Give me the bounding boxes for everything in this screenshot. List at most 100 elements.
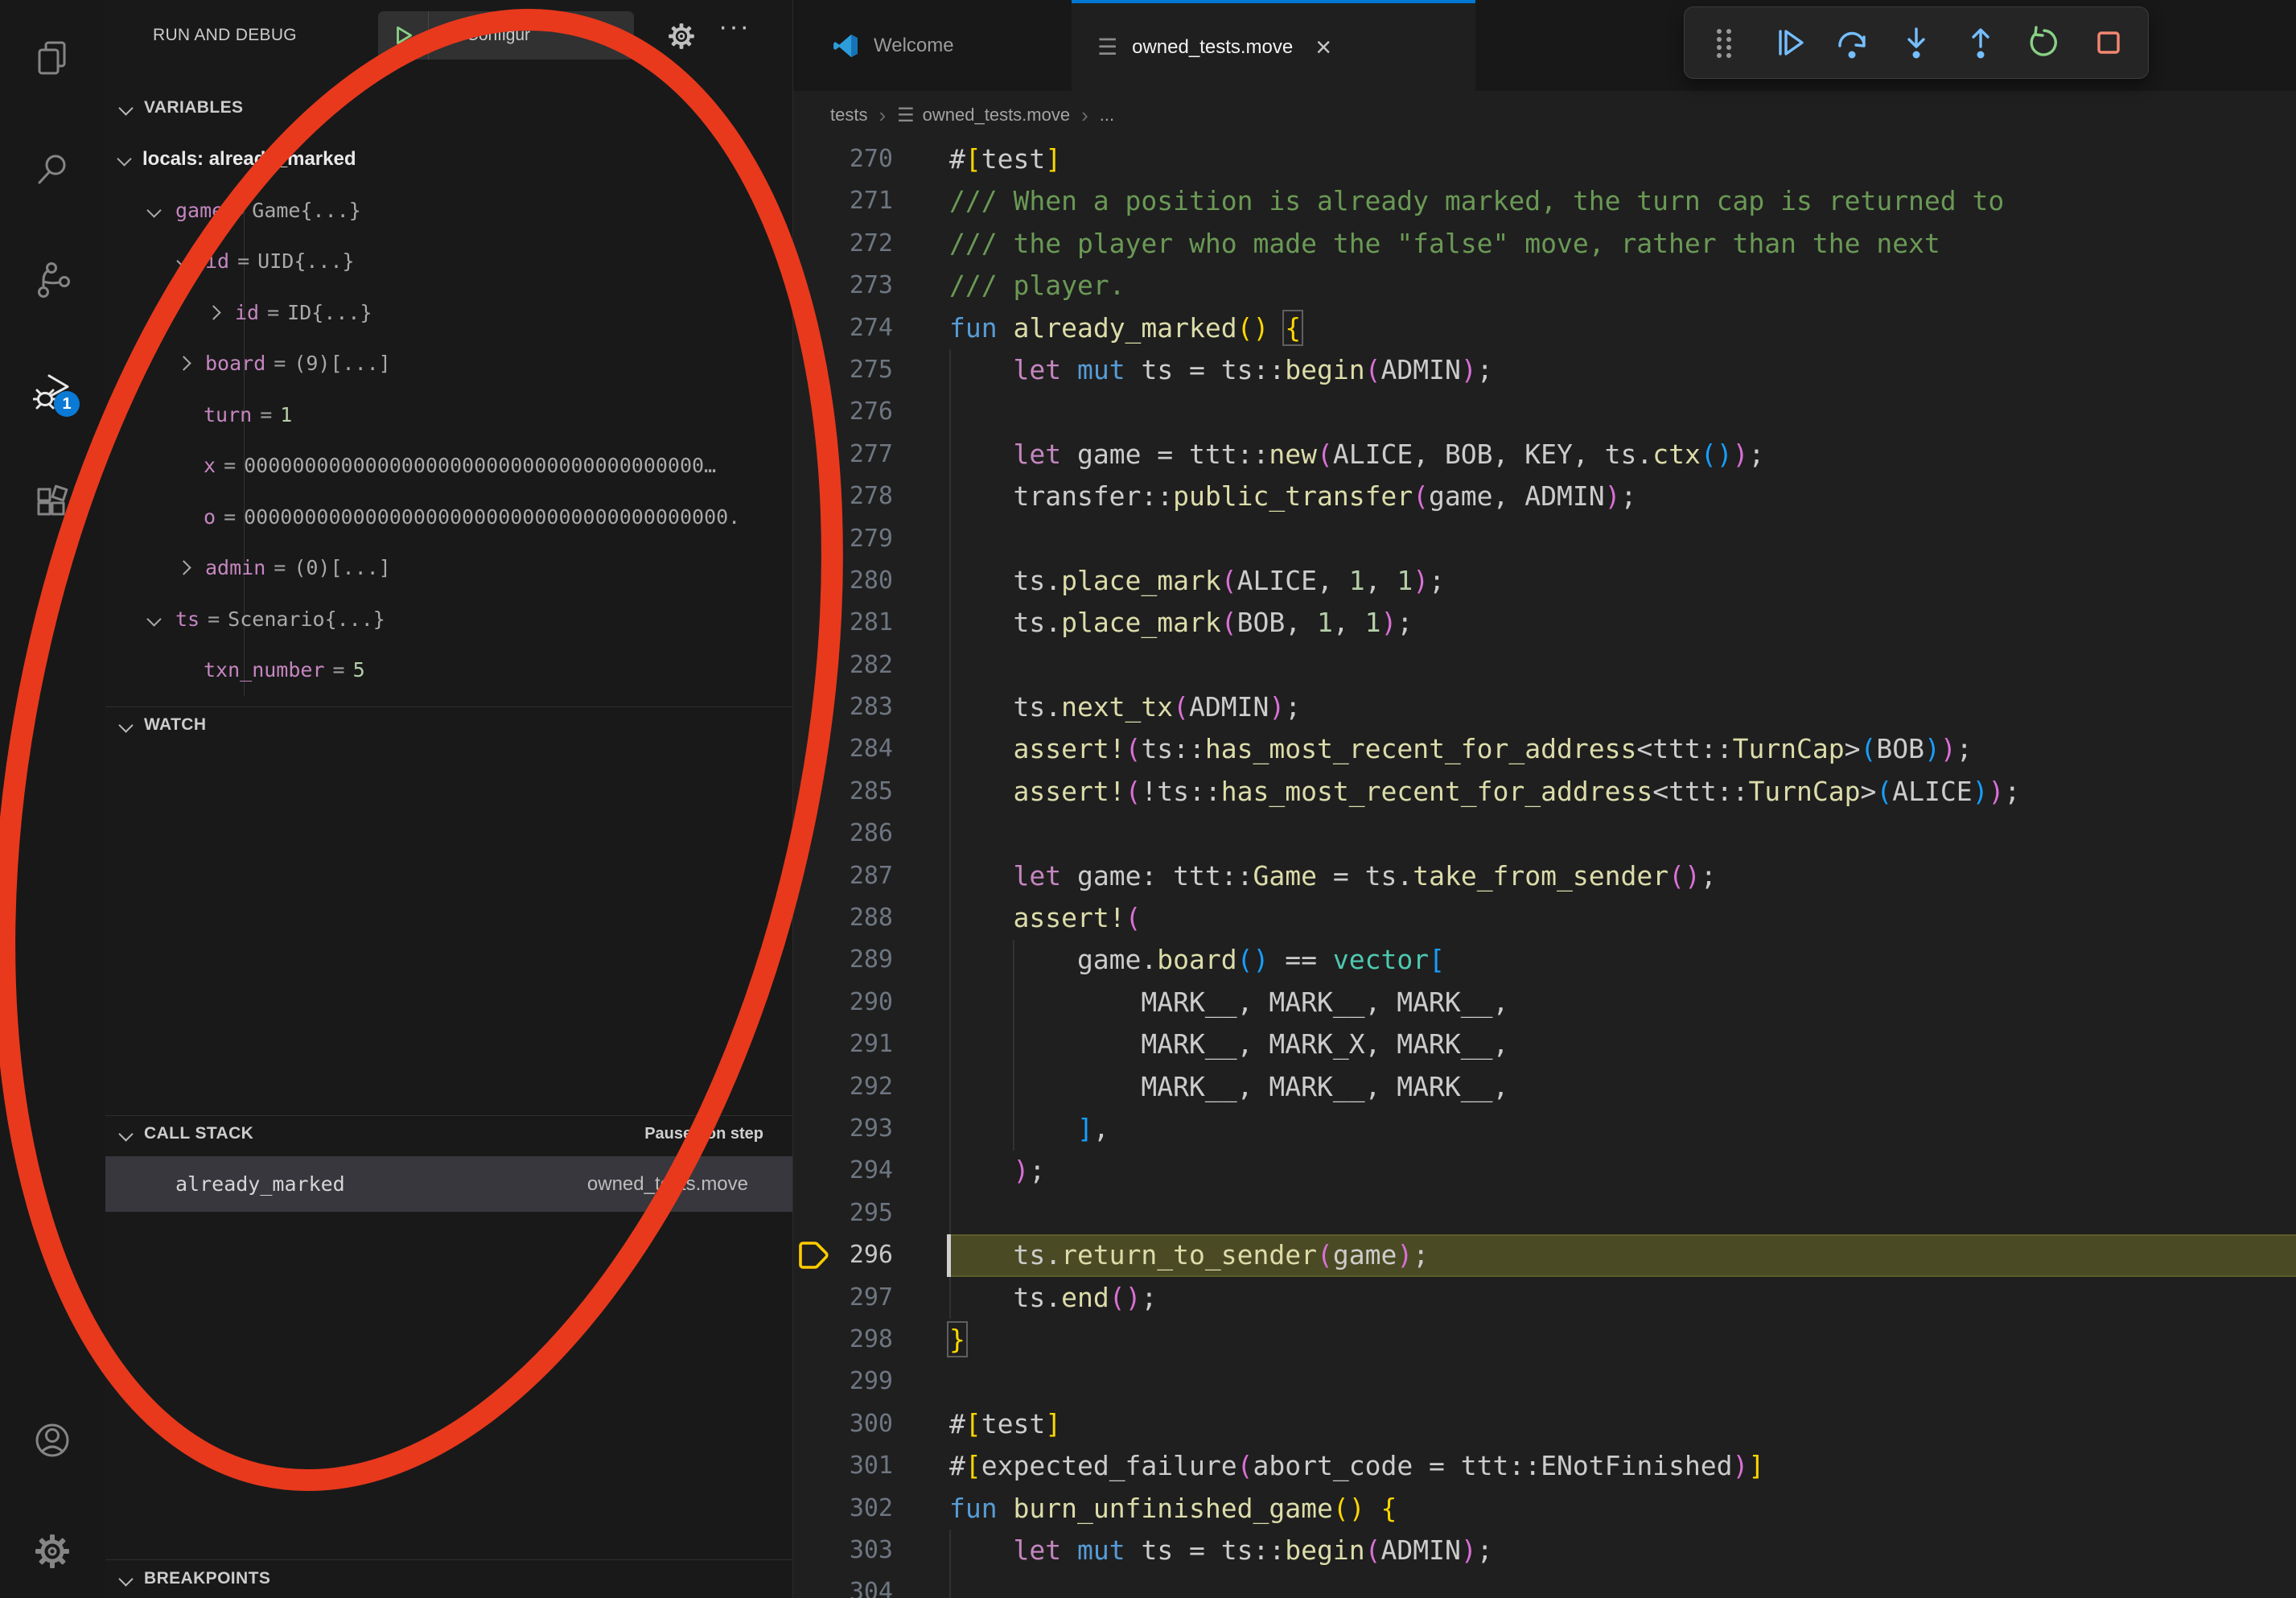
code-line[interactable]: 282: [793, 645, 2296, 686]
code-line[interactable]: 278 transfer::public_transfer(game, ADMI…: [793, 476, 2296, 517]
search-icon[interactable]: [33, 150, 72, 188]
breakpoint-gutter[interactable]: [793, 897, 840, 939]
extensions-icon[interactable]: [33, 483, 72, 521]
watch-section-header[interactable]: WATCH: [105, 707, 792, 743]
breakpoint-gutter[interactable]: [793, 771, 840, 813]
breakpoint-gutter[interactable]: [793, 1361, 840, 1402]
code-line[interactable]: 286: [793, 813, 2296, 855]
tab-owned-tests[interactable]: ☰ owned_tests.move ×: [1072, 0, 1475, 91]
breakpoint-gutter[interactable]: [793, 1445, 840, 1487]
variable-row[interactable]: turn=1: [105, 389, 792, 441]
code-line[interactable]: 300#[test]: [793, 1403, 2296, 1445]
code-line[interactable]: 272/// the player who made the "false" m…: [793, 223, 2296, 265]
start-debug-icon[interactable]: [378, 11, 429, 60]
code-line[interactable]: 288 assert!(: [793, 897, 2296, 939]
call-stack-frame[interactable]: already_marked owned_tests.move: [105, 1156, 792, 1212]
code-line[interactable]: 301#[expected_failure(abort_code = ttt::…: [793, 1445, 2296, 1487]
breakpoint-gutter[interactable]: [793, 686, 840, 728]
breakpoint-gutter[interactable]: [793, 180, 840, 222]
variable-row[interactable]: admin=(0)[...]: [105, 542, 792, 594]
breakpoint-gutter[interactable]: [793, 1192, 840, 1234]
breakpoint-gutter[interactable]: [793, 349, 840, 391]
code-line[interactable]: 293 ],: [793, 1108, 2296, 1150]
breakpoint-gutter[interactable]: [793, 307, 840, 349]
breakpoint-gutter[interactable]: [793, 223, 840, 265]
variable-row[interactable]: ts=Scenario{...}: [105, 594, 792, 645]
variable-row[interactable]: o=00000000000000000000000000000000000000…: [105, 492, 792, 543]
code-line[interactable]: 284 assert!(ts::has_most_recent_for_addr…: [793, 728, 2296, 770]
variable-row[interactable]: txn_number=5: [105, 645, 792, 696]
code-line[interactable]: 275 let mut ts = ts::begin(ADMIN);: [793, 349, 2296, 391]
code-line[interactable]: 303 let mut ts = ts::begin(ADMIN);: [793, 1530, 2296, 1571]
code-line[interactable]: 283 ts.next_tx(ADMIN);: [793, 686, 2296, 728]
code-line[interactable]: 271/// When a position is already marked…: [793, 180, 2296, 222]
debug-config-dropdown[interactable]: No Configur: [378, 11, 634, 60]
source-control-icon[interactable]: [33, 261, 72, 299]
code-line[interactable]: 285 assert!(!ts::has_most_recent_for_add…: [793, 771, 2296, 813]
breakpoint-gutter[interactable]: [793, 728, 840, 770]
debug-settings-gear-icon[interactable]: [666, 21, 697, 56]
close-icon[interactable]: ×: [1315, 34, 1331, 61]
breakpoints-section-header[interactable]: BREAKPOINTS: [105, 1561, 792, 1596]
variable-row[interactable]: game=Game{...}: [105, 185, 792, 237]
breakpoint-gutter[interactable]: [793, 813, 840, 855]
code-line[interactable]: 289 game.board() == vector[: [793, 939, 2296, 981]
breakpoint-gutter[interactable]: [793, 138, 840, 180]
step-into-icon[interactable]: [1896, 23, 1936, 63]
call-stack-section-header[interactable]: CALL STACK Paused on step: [105, 1116, 792, 1151]
code-line[interactable]: 302fun burn_unfinished_game() {: [793, 1488, 2296, 1530]
code-line[interactable]: 277 let game = ttt::new(ALICE, BOB, KEY,…: [793, 434, 2296, 476]
settings-gear-icon[interactable]: [33, 1532, 72, 1571]
code-line[interactable]: 276: [793, 391, 2296, 433]
code-line[interactable]: 304: [793, 1571, 2296, 1598]
debug-current-frame-icon[interactable]: [793, 1234, 840, 1276]
variable-row[interactable]: id=UID{...}: [105, 236, 792, 287]
account-icon[interactable]: [33, 1421, 72, 1460]
code-line[interactable]: 279: [793, 518, 2296, 560]
breadcrumb-item[interactable]: owned_tests.move: [923, 105, 1070, 126]
restart-icon[interactable]: [2024, 23, 2064, 63]
variable-row[interactable]: locals: already_marked: [105, 134, 792, 185]
breadcrumb-item[interactable]: ...: [1100, 105, 1114, 126]
step-over-icon[interactable]: [1832, 23, 1872, 63]
variables-section-header[interactable]: VARIABLES: [105, 90, 792, 126]
variable-row[interactable]: id=ID{...}: [105, 287, 792, 339]
breakpoint-gutter[interactable]: [793, 1023, 840, 1065]
breakpoint-gutter[interactable]: [793, 391, 840, 433]
code-line[interactable]: 299: [793, 1361, 2296, 1402]
step-out-icon[interactable]: [1961, 23, 2001, 63]
code-line[interactable]: 297 ts.end();: [793, 1277, 2296, 1319]
breakpoint-gutter[interactable]: [793, 265, 840, 307]
code-line[interactable]: 270#[test]: [793, 138, 2296, 180]
code-line[interactable]: 290 MARK__, MARK__, MARK__,: [793, 982, 2296, 1023]
run-and-debug-icon[interactable]: 1: [33, 372, 72, 410]
code-line[interactable]: 298}: [793, 1319, 2296, 1361]
code-line[interactable]: 294 );: [793, 1150, 2296, 1192]
breakpoint-gutter[interactable]: [793, 1108, 840, 1150]
breakpoint-gutter[interactable]: [793, 518, 840, 560]
breakpoint-gutter[interactable]: [793, 1319, 840, 1361]
breakpoint-gutter[interactable]: [793, 939, 840, 981]
code-line[interactable]: 295: [793, 1192, 2296, 1234]
breakpoint-gutter[interactable]: [793, 1066, 840, 1108]
code-line[interactable]: 292 MARK__, MARK__, MARK__,: [793, 1066, 2296, 1108]
tab-welcome[interactable]: Welcome: [806, 0, 1072, 91]
breakpoint-gutter[interactable]: [793, 982, 840, 1023]
breakpoint-gutter[interactable]: [793, 602, 840, 644]
breakpoint-gutter[interactable]: [793, 1530, 840, 1571]
breakpoint-gutter[interactable]: [793, 855, 840, 897]
code-line[interactable]: 273/// player.: [793, 265, 2296, 307]
breakpoint-gutter[interactable]: [793, 1571, 840, 1598]
breadcrumb-item[interactable]: tests: [830, 105, 867, 126]
code-line[interactable]: 287 let game: ttt::Game = ts.take_from_s…: [793, 855, 2296, 897]
code-editor[interactable]: 270#[test]271/// When a position is alre…: [793, 138, 2296, 1598]
stop-icon[interactable]: [2088, 23, 2129, 63]
explorer-icon[interactable]: [33, 39, 72, 77]
breakpoint-gutter[interactable]: [793, 1150, 840, 1192]
code-line[interactable]: 296 ts.return_to_sender(game);: [793, 1234, 2296, 1276]
breakpoint-gutter[interactable]: [793, 476, 840, 517]
breakpoint-gutter[interactable]: [793, 1403, 840, 1445]
variable-row[interactable]: board=(9)[...]: [105, 338, 792, 389]
continue-icon[interactable]: [1768, 23, 1808, 63]
code-line[interactable]: 280 ts.place_mark(ALICE, 1, 1);: [793, 560, 2296, 602]
